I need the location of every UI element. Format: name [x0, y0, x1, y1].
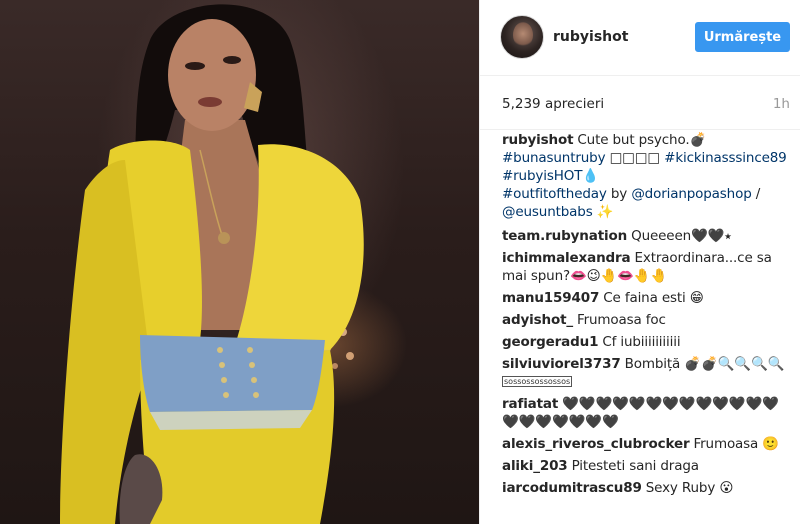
mention-eusuntbabs[interactable]: @eusuntbabs [502, 204, 593, 220]
caption-username[interactable]: rubyishot [502, 132, 574, 148]
post-side-panel: rubyishot Urmărește 5,239 aprecieri 1h r… [479, 0, 800, 524]
hashtag-bunasuntruby[interactable]: #bunasuntruby [502, 150, 606, 166]
comment-text: Frumoasa foc [576, 312, 666, 328]
comment-username[interactable]: team.rubynation [502, 228, 627, 244]
comments-list[interactable]: rubyishot Cute but psycho.💣 #bunasuntruby… [502, 131, 790, 524]
caption-line-3: #rubyisHOT💧 [502, 167, 790, 185]
face [168, 19, 256, 131]
caption-text: Cute but psycho.💣 [577, 132, 707, 148]
sparkles-emoji: ✨ [596, 204, 614, 220]
comment-username[interactable]: silviuviorel3737 [502, 356, 621, 372]
likes-row: 5,239 aprecieri 1h [480, 76, 800, 130]
caption-line-4: #outfitoftheday by @dorianpopashop / [502, 185, 790, 203]
comment-text: Cf iubiiiiiiiiiii [602, 334, 681, 350]
comment-item: georgeradu1 Cf iubiiiiiiiiiii [502, 333, 790, 351]
comment-username[interactable]: aliki_203 [502, 458, 568, 474]
likes-count[interactable]: 5,239 aprecieri [502, 96, 604, 112]
comment-text: Sexy Ruby 😮 [645, 480, 734, 496]
comment-username[interactable]: georgeradu1 [502, 334, 599, 350]
hashtag-outfitoftheday[interactable]: #outfitoftheday [502, 186, 607, 202]
caption-slash: / [755, 186, 761, 202]
comment-boxes: sossossossossos [502, 376, 573, 387]
comment-username[interactable]: ichimmalexandra [502, 250, 631, 266]
hashtag-rubyishot[interactable]: #rubyisHOT [502, 168, 582, 184]
comment-item: aliki_203 Pitesteti sani draga [502, 457, 790, 475]
comment-text: Bombiță 💣💣🔍🔍🔍🔍 [624, 356, 785, 372]
comment-text: Pitesteti sani draga [571, 458, 699, 474]
photo-illustration [60, 4, 364, 524]
comment-item: manu159407 Ce faina esti 😁 [502, 289, 790, 307]
droplet-emoji: 💧 [582, 168, 599, 184]
comment-item: team.rubynation Queeeen🖤🖤⭑ [502, 227, 790, 245]
hashtag-kickinasssince89[interactable]: #kickinasssince89 [664, 150, 787, 166]
comment-item: ichimmalexandra Extraordinara...ce sa mai… [502, 249, 790, 285]
denim-corset [140, 335, 325, 412]
comment-item: rafiatat 🖤🖤🖤🖤🖤🖤🖤🖤🖤🖤🖤🖤🖤🖤🖤🖤🖤🖤🖤🖤 [502, 395, 790, 431]
caption-boxes: □□□□ [609, 150, 661, 166]
avatar[interactable] [500, 15, 544, 59]
comment-item: adyishot_ Frumoasa foc [502, 311, 790, 329]
post-caption: rubyishot Cute but psycho.💣 #bunasuntruby… [502, 131, 790, 221]
comment-item: silviuviorel3737 Bombiță 💣💣🔍🔍🔍🔍 sossossos… [502, 355, 790, 391]
comment-username[interactable]: adyishot_ [502, 312, 573, 328]
caption-line-5: @eusuntbabs ✨ [502, 203, 790, 221]
mention-dorianpopashop[interactable]: @dorianpopashop [631, 186, 751, 202]
comment-username[interactable]: iarcodumitrascu89 [502, 480, 642, 496]
comment-username[interactable]: alexis_riveros_clubrocker [502, 436, 690, 452]
follow-button[interactable]: Urmărește [695, 22, 790, 52]
caption-by: by [610, 186, 628, 202]
comment-item: iarcodumitrascu89 Sexy Ruby 😮 [502, 479, 790, 497]
post-time[interactable]: 1h [773, 96, 790, 112]
post-header: rubyishot Urmărește [480, 0, 800, 76]
comment-username[interactable]: rafiatat [502, 396, 558, 412]
caption-line-2: #bunasuntruby □□□□ #kickinasssince89 [502, 149, 790, 167]
post-username[interactable]: rubyishot [553, 29, 628, 45]
comment-username[interactable]: manu159407 [502, 290, 599, 306]
comment-item: alexis_riveros_clubrocker Frumoasa 🙂 [502, 435, 790, 453]
comment-text: Ce faina esti 😁 [603, 290, 704, 306]
comment-text: Queeeen🖤🖤⭑ [631, 228, 732, 244]
post-photo[interactable] [0, 0, 479, 524]
comment-text: Frumoasa 🙂 [693, 436, 780, 452]
